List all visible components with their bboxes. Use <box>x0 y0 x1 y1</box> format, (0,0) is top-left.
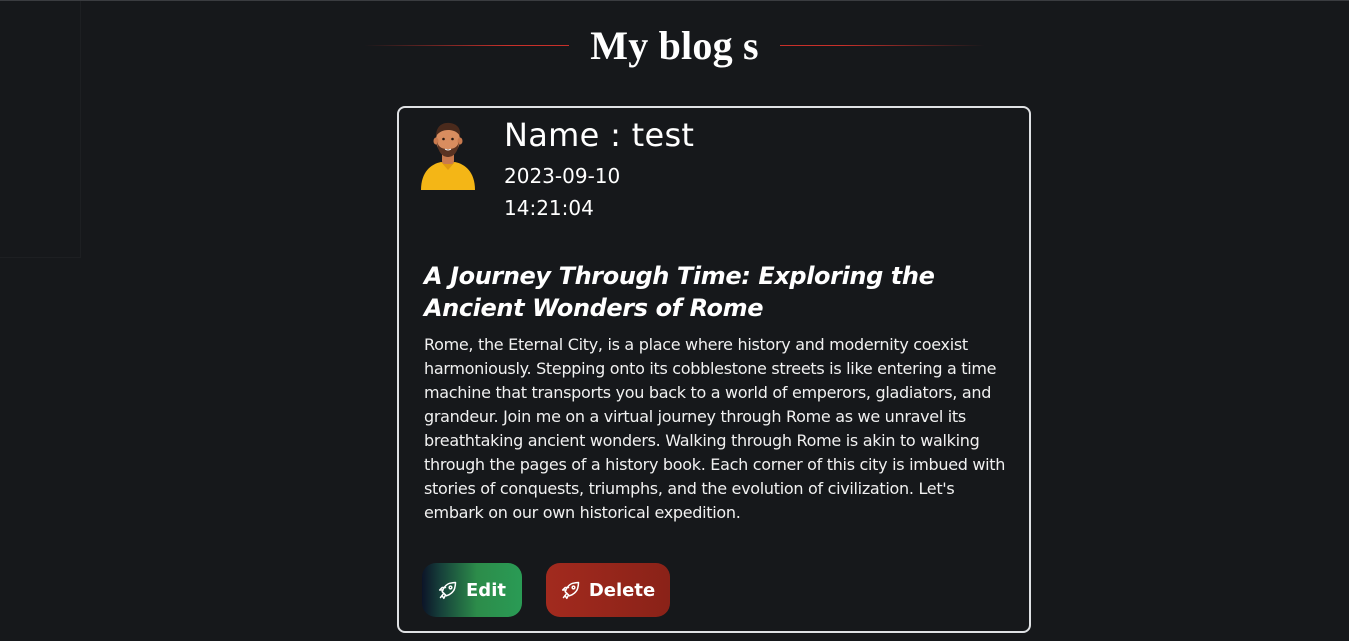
delete-button[interactable]: Delete <box>546 563 670 617</box>
rocket-icon <box>438 581 457 600</box>
heading-divider-right <box>779 44 985 46</box>
post-time: 14:21:04 <box>504 196 594 220</box>
rocket-icon <box>561 581 580 600</box>
man-avatar-icon <box>421 122 475 190</box>
page-header: My blog s <box>0 19 1349 71</box>
page: My blog s Name : test 2023-09-10 14:21:0… <box>0 0 1349 641</box>
edit-button[interactable]: Edit <box>422 563 522 617</box>
post-date: 2023-09-10 <box>504 164 621 188</box>
delete-button-label: Delete <box>588 579 656 601</box>
page-title: My blog s <box>590 22 759 68</box>
post-body: Rome, the Eternal City, is a place where… <box>424 335 1006 522</box>
heading-divider-left <box>364 44 570 46</box>
post-title: A Journey Through Time: Exploring the An… <box>424 262 935 322</box>
blog-post-card: Name : test 2023-09-10 14:21:04 A Journe… <box>397 106 1031 633</box>
author-name: Name : test <box>504 116 695 154</box>
edit-button-label: Edit <box>466 579 506 601</box>
